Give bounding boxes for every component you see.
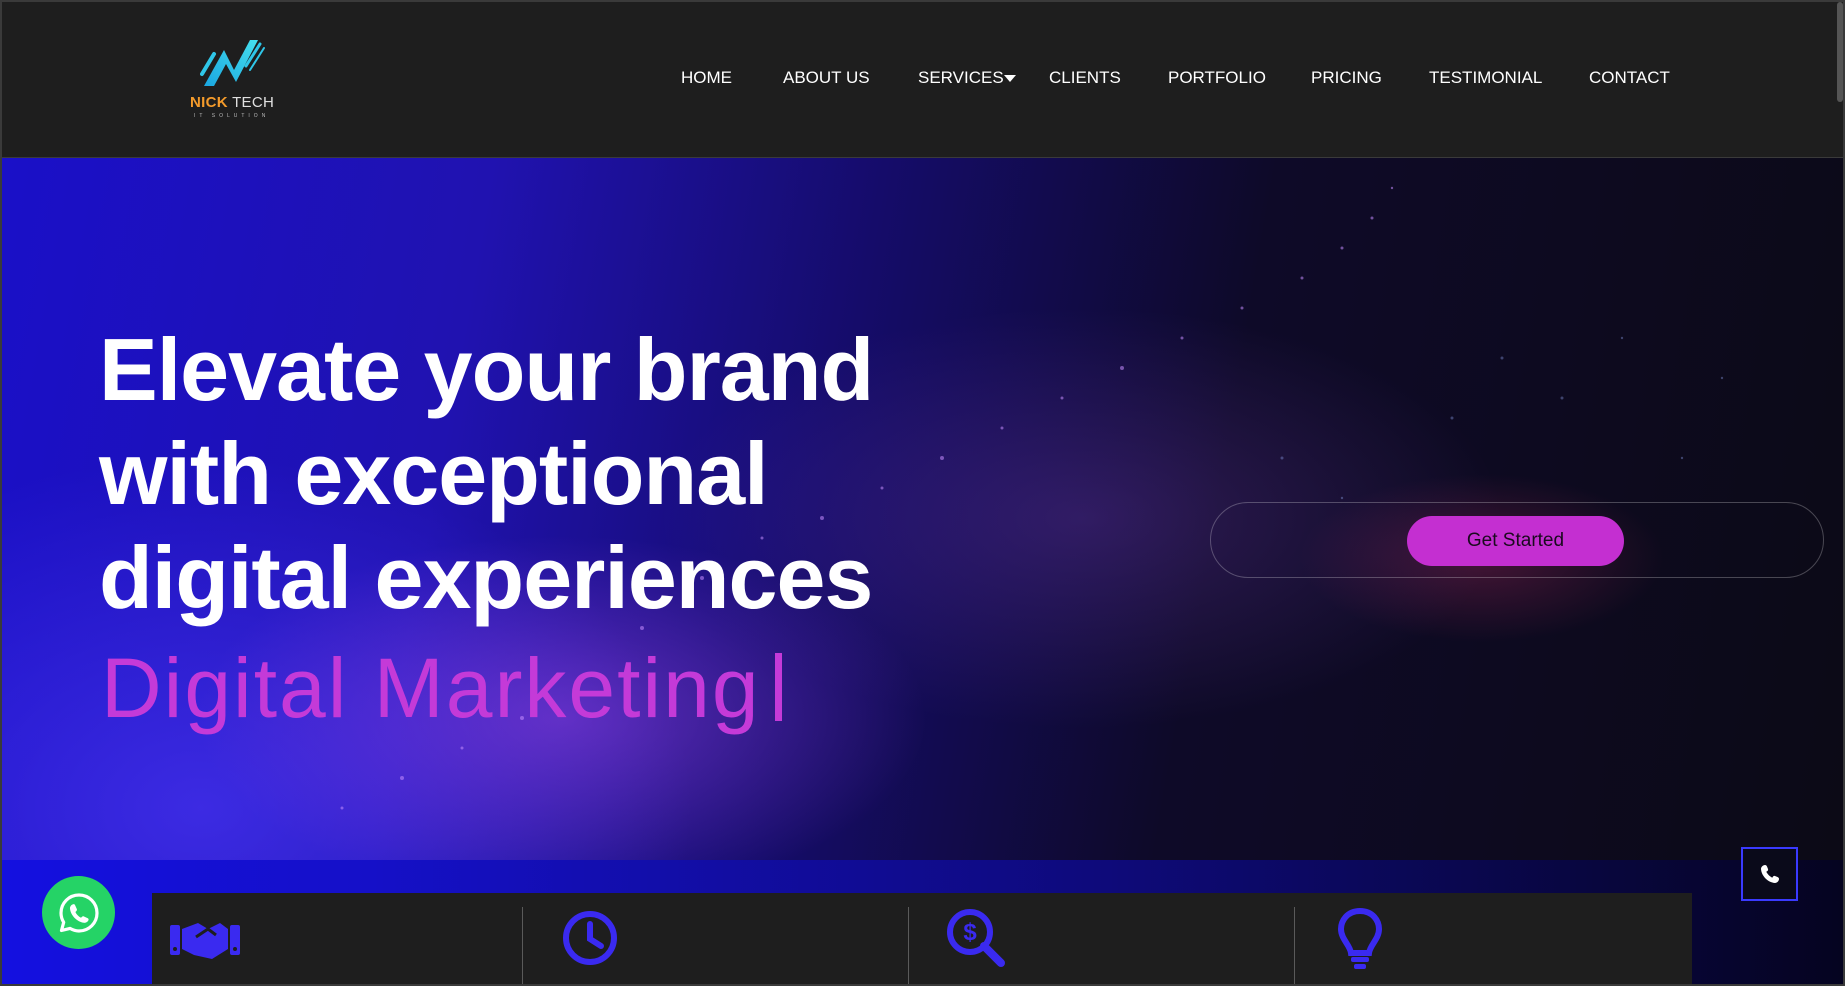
typed-service-text: Digital Marketing bbox=[101, 638, 782, 738]
whatsapp-button[interactable] bbox=[42, 876, 115, 949]
nav-home[interactable]: HOME bbox=[681, 68, 732, 88]
get-started-button[interactable]: Get Started bbox=[1407, 516, 1624, 566]
headline-line-1: Elevate your brand bbox=[99, 320, 874, 419]
feature-card-1 bbox=[152, 893, 522, 984]
nav-pricing[interactable]: PRICING bbox=[1311, 68, 1382, 88]
lightbulb-icon bbox=[1337, 907, 1383, 969]
handshake-icon bbox=[170, 923, 240, 959]
call-button[interactable] bbox=[1741, 847, 1798, 901]
clock-icon bbox=[563, 911, 617, 965]
headline-line-2: with exceptional bbox=[99, 424, 769, 523]
phone-icon bbox=[1760, 865, 1779, 883]
logo-name-nick: NICK bbox=[190, 94, 228, 111]
nav-about-us[interactable]: ABOUT US bbox=[783, 68, 870, 88]
whatsapp-icon bbox=[58, 892, 99, 933]
typed-text-value: Digital Marketing bbox=[101, 641, 761, 735]
nav-services[interactable]: SERVICES bbox=[918, 68, 1004, 88]
logo-mark-icon bbox=[200, 40, 265, 86]
svg-text:$: $ bbox=[963, 919, 977, 946]
page-scrollbar[interactable] bbox=[1837, 2, 1843, 102]
logo-wordmark: NICK TECH bbox=[190, 94, 274, 111]
nav-contact[interactable]: CONTACT bbox=[1589, 68, 1670, 88]
nav-clients[interactable]: CLIENTS bbox=[1049, 68, 1121, 88]
site-logo[interactable]: NICK TECH IT SOLUTION bbox=[190, 36, 280, 120]
services-dropdown-caret-icon[interactable] bbox=[1004, 75, 1016, 82]
nav-testimonial[interactable]: TESTIMONIAL bbox=[1429, 68, 1542, 88]
nav-portfolio[interactable]: PORTFOLIO bbox=[1168, 68, 1266, 88]
browser-viewport: NICK TECH IT SOLUTION HOME ABOUT US SERV… bbox=[0, 0, 1845, 986]
hero-headline: Elevate your brand with exceptional digi… bbox=[99, 318, 1039, 630]
features-strip: $ bbox=[152, 893, 1692, 984]
logo-tagline: IT SOLUTION bbox=[194, 113, 270, 119]
typing-cursor bbox=[774, 653, 782, 721]
headline-line-3: digital experiences bbox=[99, 528, 873, 627]
hero-section: Elevate your brand with exceptional digi… bbox=[2, 158, 1843, 860]
feature-card-4 bbox=[1295, 893, 1692, 984]
feature-card-2 bbox=[523, 893, 908, 984]
dollar-search-icon: $ bbox=[947, 909, 1005, 967]
site-header: NICK TECH IT SOLUTION HOME ABOUT US SERV… bbox=[2, 2, 1843, 158]
logo-name-tech: TECH bbox=[227, 94, 275, 111]
feature-card-3: $ bbox=[909, 893, 1294, 984]
